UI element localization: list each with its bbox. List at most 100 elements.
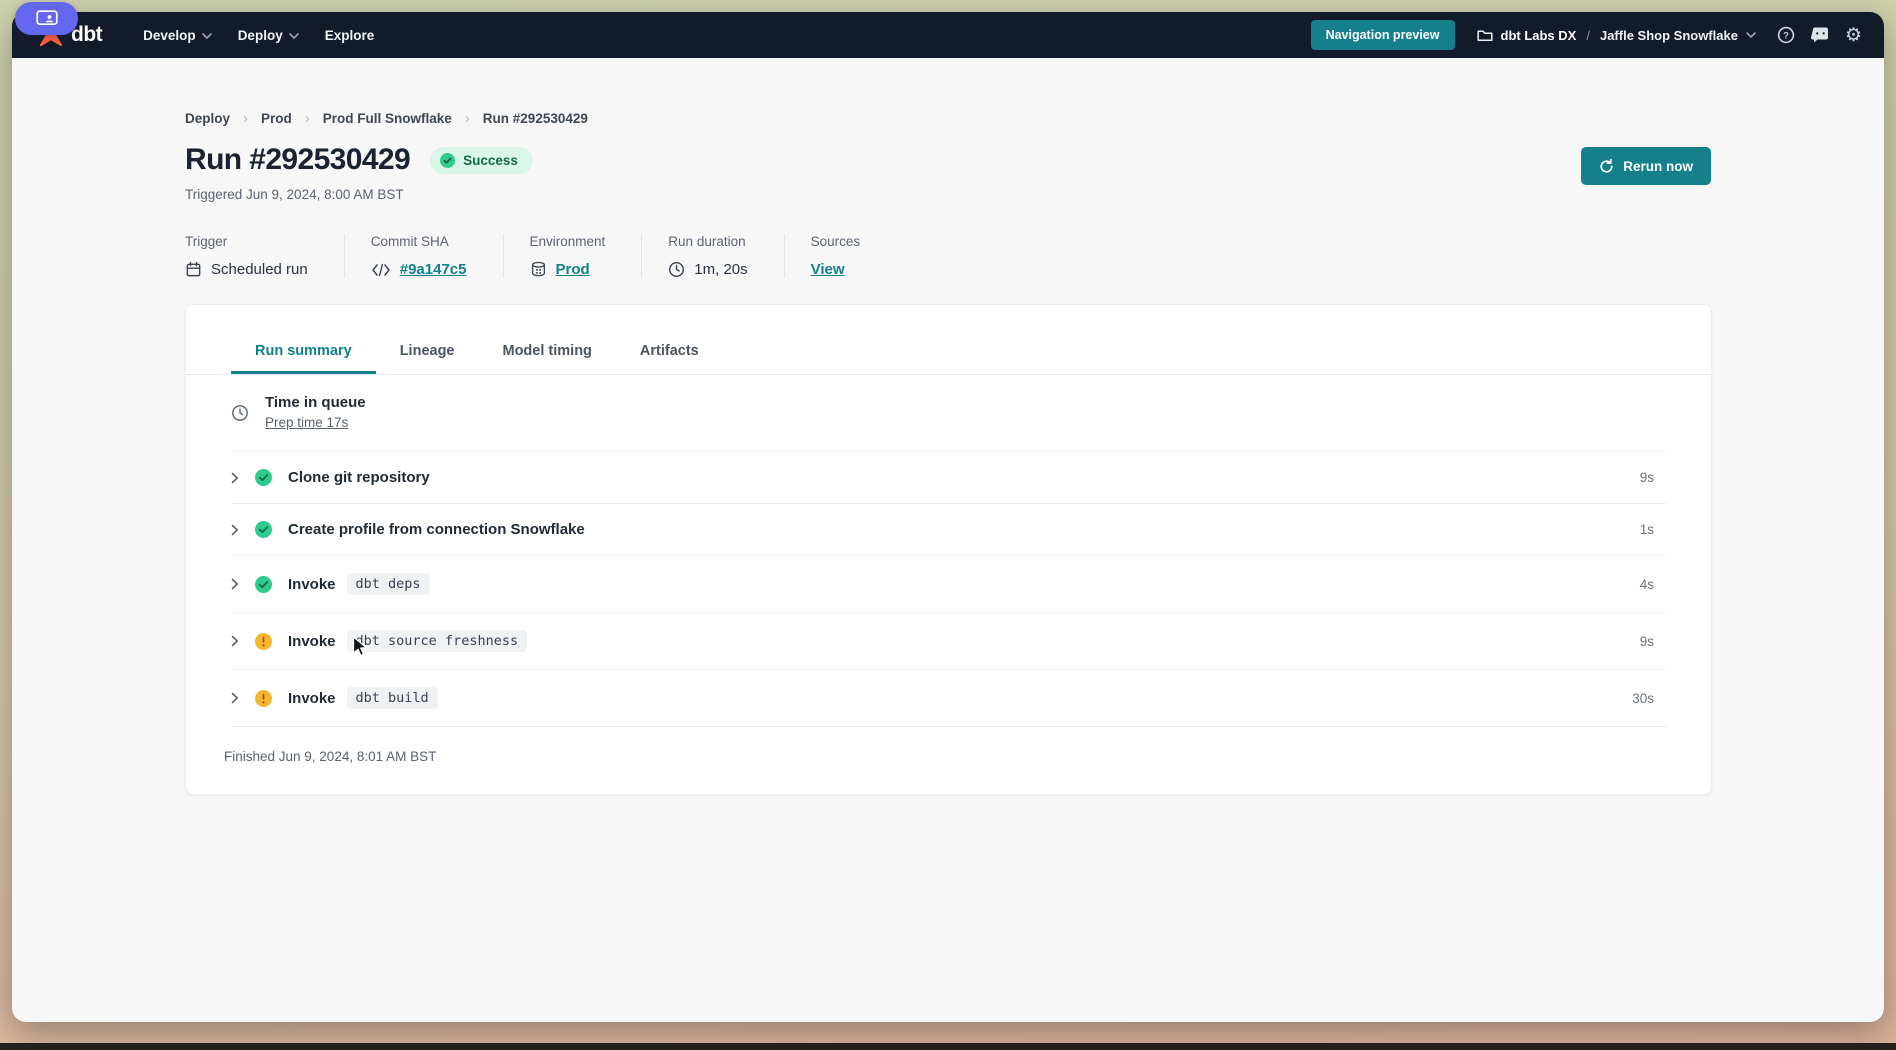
breadcrumb-deploy[interactable]: Deploy xyxy=(185,111,230,126)
breadcrumb: Deploy › Prod › Prod Full Snowflake › Ru… xyxy=(185,110,1712,127)
tab-model-timing[interactable]: Model timing xyxy=(479,335,616,374)
chevron-down-icon xyxy=(1746,32,1756,38)
meta-environment: Environment Prod xyxy=(530,234,643,278)
step-label: Clone git repository xyxy=(288,469,430,486)
step-duration: 1s xyxy=(1640,522,1666,537)
step-command: dbt source freshness xyxy=(347,630,528,652)
step-label: Create profile from connection Snowflake xyxy=(288,521,585,538)
tab-artifacts[interactable]: Artifacts xyxy=(616,335,723,374)
clock-icon xyxy=(231,404,249,422)
account-separator: / xyxy=(1584,28,1592,43)
step-label: Invoke xyxy=(288,633,336,650)
account-name: dbt Labs DX xyxy=(1501,28,1577,43)
nav-develop[interactable]: Develop xyxy=(130,20,225,51)
app-window: dbt Develop Deploy Explore Navigation pr… xyxy=(12,12,1884,1022)
nav-develop-label: Develop xyxy=(143,28,196,43)
breadcrumb-job[interactable]: Prod Full Snowflake xyxy=(323,111,452,126)
sources-view-link[interactable]: View xyxy=(811,261,845,278)
chevron-right-icon xyxy=(231,635,255,647)
meta-run-duration: Run duration 1m, 20s xyxy=(668,234,784,278)
tab-run-summary[interactable]: Run summary xyxy=(231,335,376,374)
step-row-dbt-deps[interactable]: Invoke dbt deps 4s xyxy=(231,556,1666,613)
step-command: dbt build xyxy=(347,687,438,709)
navigation-preview-button[interactable]: Navigation preview xyxy=(1311,20,1455,50)
step-command: dbt deps xyxy=(347,573,430,595)
time-in-queue-row: Time in queue Prep time 17s xyxy=(231,375,1666,452)
meta-sources: Sources View xyxy=(811,234,897,278)
folder-icon xyxy=(1477,29,1493,42)
chevron-down-icon xyxy=(289,33,299,39)
triggered-timestamp: Triggered Jun 9, 2024, 8:00 AM BST xyxy=(185,187,1712,202)
prep-time-link[interactable]: Prep time 17s xyxy=(265,415,348,430)
account-project-switcher[interactable]: dbt Labs DX / Jaffle Shop Snowflake xyxy=(1477,28,1756,43)
clock-icon xyxy=(668,261,685,278)
warning-circle-icon xyxy=(255,633,272,650)
environment-link[interactable]: Prod xyxy=(556,261,590,278)
screen-share-extension-badge[interactable] xyxy=(15,2,78,35)
step-duration: 30s xyxy=(1632,691,1666,706)
tab-lineage[interactable]: Lineage xyxy=(376,335,479,374)
step-row-create-profile[interactable]: Create profile from connection Snowflake… xyxy=(231,504,1666,556)
nav-explore[interactable]: Explore xyxy=(312,20,388,51)
run-detail-page: Deploy › Prod › Prod Full Snowflake › Ru… xyxy=(12,58,1884,795)
svg-text:?: ? xyxy=(1783,31,1789,42)
calendar-icon xyxy=(185,261,202,278)
chevron-right-icon xyxy=(231,692,255,704)
gear-icon[interactable]: ⚙ xyxy=(1845,26,1862,45)
status-badge-label: Success xyxy=(463,153,518,168)
rerun-now-label: Rerun now xyxy=(1623,159,1693,174)
step-duration: 4s xyxy=(1640,577,1666,592)
step-duration: 9s xyxy=(1640,470,1666,485)
breadcrumb-separator: › xyxy=(243,110,248,127)
meta-commit-sha: Commit SHA #9a147c5 xyxy=(371,234,504,278)
meta-environment-label: Environment xyxy=(530,234,606,249)
step-label: Invoke xyxy=(288,690,336,707)
project-name: Jaffle Shop Snowflake xyxy=(1600,28,1738,43)
chevron-down-icon xyxy=(202,33,212,39)
meta-duration-label: Run duration xyxy=(668,234,747,249)
chevron-right-icon xyxy=(231,472,255,484)
screen-share-icon xyxy=(36,10,58,27)
meta-duration-value: 1m, 20s xyxy=(694,261,747,278)
tab-bar: Run summary Lineage Model timing Artifac… xyxy=(186,305,1711,375)
check-circle-icon xyxy=(440,153,455,168)
meta-sources-label: Sources xyxy=(811,234,861,249)
code-icon xyxy=(371,263,391,277)
time-in-queue-title: Time in queue xyxy=(265,394,366,411)
nav-deploy[interactable]: Deploy xyxy=(225,20,312,51)
chevron-right-icon xyxy=(231,524,255,536)
page-title: Run #292530429 xyxy=(185,143,410,177)
step-row-dbt-source-freshness[interactable]: Invoke dbt source freshness 9s xyxy=(231,613,1666,670)
breadcrumb-prod[interactable]: Prod xyxy=(261,111,292,126)
check-circle-icon xyxy=(255,576,272,593)
run-meta-row: Trigger Scheduled run Commit SHA xyxy=(185,234,1712,278)
environment-icon xyxy=(530,261,547,278)
chat-icon[interactable] xyxy=(1811,27,1830,44)
rerun-now-button[interactable]: Rerun now xyxy=(1581,147,1711,185)
refresh-icon xyxy=(1599,159,1614,174)
warning-circle-icon xyxy=(255,690,272,707)
navbar-icon-group: ? ⚙ xyxy=(1776,25,1862,45)
commit-sha-link[interactable]: #9a147c5 xyxy=(400,261,467,278)
status-badge: Success xyxy=(430,147,533,174)
breadcrumb-current-run: Run #292530429 xyxy=(483,111,588,126)
chevron-right-icon xyxy=(231,578,255,590)
breadcrumb-separator: › xyxy=(305,110,310,127)
step-label: Invoke xyxy=(288,576,336,593)
step-row-clone-git[interactable]: Clone git repository 9s xyxy=(231,452,1666,504)
meta-trigger-value: Scheduled run xyxy=(211,261,308,278)
meta-trigger-label: Trigger xyxy=(185,234,308,249)
top-navbar: dbt Develop Deploy Explore Navigation pr… xyxy=(12,12,1884,58)
breadcrumb-separator: › xyxy=(465,110,470,127)
finished-timestamp: Finished Jun 9, 2024, 8:01 AM BST xyxy=(224,749,1666,764)
nav-explore-label: Explore xyxy=(325,28,375,43)
nav-deploy-label: Deploy xyxy=(238,28,283,43)
screen-bottom-edge xyxy=(0,1043,1896,1050)
check-circle-icon xyxy=(255,521,272,538)
help-icon[interactable]: ? xyxy=(1776,25,1796,45)
run-summary-card: Run summary Lineage Model timing Artifac… xyxy=(185,304,1712,795)
meta-commit-label: Commit SHA xyxy=(371,234,467,249)
check-circle-icon xyxy=(255,469,272,486)
step-duration: 9s xyxy=(1640,634,1666,649)
step-row-dbt-build[interactable]: Invoke dbt build 30s xyxy=(231,670,1666,727)
